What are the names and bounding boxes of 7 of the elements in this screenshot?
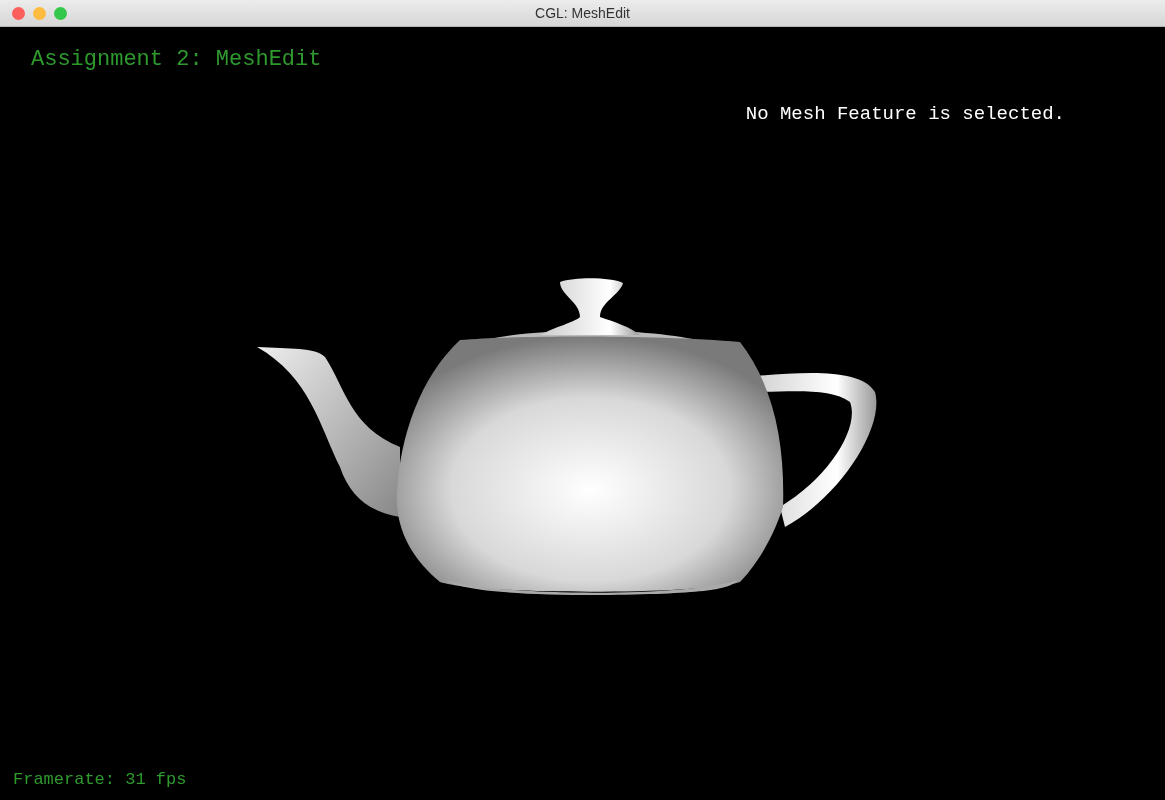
framerate-text: Framerate: 31 fps <box>13 768 187 791</box>
zoom-icon[interactable] <box>54 7 67 20</box>
minimize-icon[interactable] <box>33 7 46 20</box>
window-title: CGL: MeshEdit <box>535 4 630 23</box>
selection-status-text: No Mesh Feature is selected. <box>745 102 1065 127</box>
close-icon[interactable] <box>12 7 25 20</box>
app-heading: Assignment 2: MeshEdit <box>31 47 322 72</box>
